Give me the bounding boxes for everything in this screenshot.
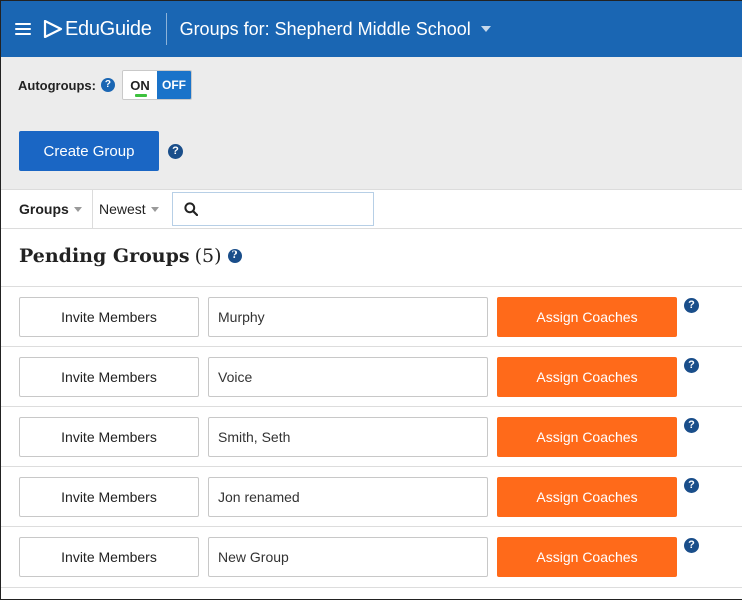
toggle-on-option[interactable]: ON	[122, 71, 157, 99]
invite-members-button[interactable]: Invite Members	[19, 417, 199, 457]
controls-panel: Autogroups: ? ON OFF Create Group ?	[1, 57, 742, 189]
filter-bar: Groups Newest	[1, 189, 742, 229]
autogroups-toggle[interactable]: ON OFF	[121, 70, 192, 100]
logo[interactable]: EduGuide	[43, 18, 152, 41]
create-group-button[interactable]: Create Group	[19, 131, 159, 171]
help-icon[interactable]: ?	[168, 144, 183, 159]
help-icon[interactable]: ?	[684, 478, 699, 493]
header-divider	[165, 13, 167, 45]
school-selector[interactable]: Groups for: Shepherd Middle School	[180, 19, 491, 40]
assign-coaches-button[interactable]: Assign Coaches	[497, 537, 677, 577]
help-icon[interactable]: ?	[100, 78, 115, 92]
logo-text: EduGuide	[65, 17, 152, 40]
help-icon[interactable]: ?	[227, 249, 242, 263]
group-name-input[interactable]	[208, 357, 488, 397]
invite-members-button[interactable]: Invite Members	[19, 357, 199, 397]
group-row: Invite Members Assign Coaches ?	[1, 286, 742, 347]
help-icon[interactable]: ?	[684, 538, 699, 553]
sort-dropdown[interactable]: Newest	[92, 190, 159, 228]
chevron-down-icon	[73, 206, 82, 212]
assign-coaches-button[interactable]: Assign Coaches	[497, 417, 677, 457]
group-name-input[interactable]	[208, 297, 488, 337]
pending-groups-heading: Pending Groups (5) ?	[19, 245, 242, 267]
hamburger-menu-icon[interactable]	[15, 23, 31, 35]
invite-members-button[interactable]: Invite Members	[19, 297, 199, 337]
autogroups-label: Autogroups:	[18, 77, 96, 93]
search-box[interactable]	[172, 192, 374, 226]
logo-arrow-icon	[43, 20, 63, 38]
pending-groups-title: Pending Groups	[19, 245, 190, 267]
group-row: Invite Members Assign Coaches ?	[1, 346, 742, 407]
group-name-input[interactable]	[208, 477, 488, 517]
app-frame: EduGuide Groups for: Shepherd Middle Sch…	[0, 0, 742, 600]
groups-filter-label: Groups	[19, 201, 69, 217]
group-name-input[interactable]	[208, 417, 488, 457]
autogroups-row: Autogroups: ? ON OFF	[18, 70, 192, 100]
top-bar: EduGuide Groups for: Shepherd Middle Sch…	[1, 1, 742, 57]
search-icon	[184, 202, 198, 216]
assign-coaches-button[interactable]: Assign Coaches	[497, 477, 677, 517]
assign-coaches-button[interactable]: Assign Coaches	[497, 297, 677, 337]
group-row: Invite Members Assign Coaches ?	[1, 466, 742, 527]
group-row: Invite Members Assign Coaches ?	[1, 406, 742, 467]
invite-members-button[interactable]: Invite Members	[19, 537, 199, 577]
toggle-off-option[interactable]: OFF	[156, 71, 191, 99]
group-row: Invite Members Assign Coaches ?	[1, 526, 742, 588]
help-icon[interactable]: ?	[684, 418, 699, 433]
invite-members-button[interactable]: Invite Members	[19, 477, 199, 517]
page-title: Groups for: Shepherd Middle School	[179, 18, 471, 39]
help-icon[interactable]: ?	[684, 298, 699, 313]
assign-coaches-button[interactable]: Assign Coaches	[497, 357, 677, 397]
pending-groups-count: (5)	[194, 245, 222, 267]
groups-filter-dropdown[interactable]: Groups	[19, 190, 82, 228]
chevron-down-icon	[480, 26, 491, 32]
help-icon[interactable]: ?	[684, 358, 699, 373]
sort-label: Newest	[99, 201, 146, 217]
chevron-down-icon	[150, 206, 159, 212]
group-name-input[interactable]	[208, 537, 488, 577]
